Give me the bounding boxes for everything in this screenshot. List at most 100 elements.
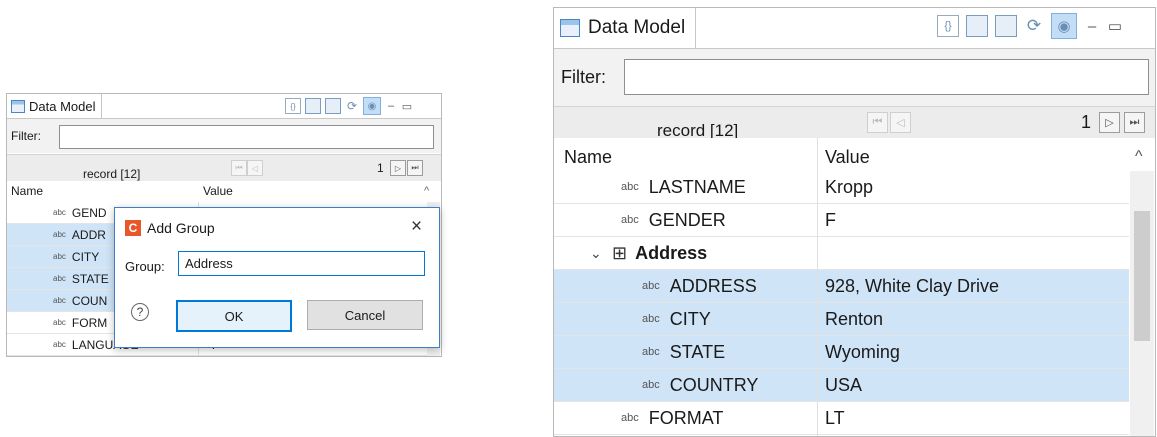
import-icon[interactable] <box>305 98 321 114</box>
column-name-header[interactable]: Name <box>11 184 43 198</box>
abc-type-icon: abc <box>53 252 66 261</box>
maximize-icon[interactable]: ▭ <box>1107 17 1123 35</box>
last-record-button[interactable]: ⏭ <box>407 160 423 176</box>
column-name-header[interactable]: Name <box>564 147 612 168</box>
minimize-icon[interactable]: ‒ <box>1084 18 1100 35</box>
add-group-dialog: C Add Group × Group: Address ? OK Cancel <box>114 207 440 348</box>
export-icon[interactable] <box>995 15 1017 37</box>
data-model-panel-large: Data Model {} ⟳ ◉ ‒ ▭ Filter: record [12… <box>553 7 1156 437</box>
name-cell: abc CITY <box>554 303 817 335</box>
tab-data-model[interactable]: Data Model <box>7 94 103 118</box>
expand-icon[interactable]: ⌄ <box>590 245 608 262</box>
close-icon[interactable]: × <box>411 216 422 238</box>
data-model-icon <box>11 99 25 113</box>
minimize-icon[interactable]: ‒ <box>385 100 397 112</box>
abc-type-icon: abc <box>621 412 639 424</box>
abc-type-icon: abc <box>621 214 639 226</box>
abc-type-icon: abc <box>642 346 660 358</box>
abc-type-icon: abc <box>53 296 66 305</box>
table-row[interactable]: abc COUNTRY USA <box>554 369 1129 402</box>
table-row[interactable]: abc FORMAT LT <box>554 402 1129 435</box>
cancel-button[interactable]: Cancel <box>307 300 423 330</box>
name-cell: abc STATE <box>554 336 817 368</box>
group-icon: ⊞ <box>612 242 628 263</box>
row-name: STATE <box>669 341 726 362</box>
column-header: Name Value ^ <box>7 181 441 201</box>
row-name: LASTNAME <box>648 176 746 197</box>
filter-label: Filter: <box>11 129 41 143</box>
json-icon[interactable]: {} <box>285 98 301 114</box>
tab-title: Data Model <box>29 98 96 114</box>
sort-icon[interactable]: ^ <box>424 185 429 197</box>
last-record-button[interactable]: ⏭ <box>1124 112 1145 133</box>
filter-label: Filter: <box>561 67 606 87</box>
help-icon[interactable]: ? <box>131 303 149 321</box>
toolbar: {} ⟳ ◉ ‒ ▭ <box>285 94 413 118</box>
column-divider <box>817 138 818 436</box>
eye-icon[interactable]: ◉ <box>363 97 381 115</box>
column-value-header[interactable]: Value <box>825 147 870 168</box>
dialog-logo-icon: C <box>125 220 141 236</box>
export-icon[interactable] <box>325 98 341 114</box>
table-row[interactable]: abc LASTNAME Kropp <box>554 171 1129 204</box>
ok-button[interactable]: OK <box>176 300 292 332</box>
column-value-header[interactable]: Value <box>203 184 233 198</box>
next-record-button[interactable]: ▷ <box>390 160 406 176</box>
table-row[interactable]: abc CITY Renton <box>554 303 1129 336</box>
filter-row-large: Filter: <box>554 49 1155 106</box>
abc-type-icon: abc <box>642 379 660 391</box>
prev-record-button[interactable]: ◁ <box>890 112 911 133</box>
scrollbar-large[interactable] <box>1130 171 1154 436</box>
row-name: COUNTRY <box>669 374 759 395</box>
import-icon[interactable] <box>966 15 988 37</box>
first-record-button[interactable]: ⏮ <box>231 160 247 176</box>
json-icon[interactable]: {} <box>937 15 959 37</box>
abc-type-icon: abc <box>53 340 66 349</box>
data-model-icon <box>560 19 580 37</box>
abc-type-icon: abc <box>53 230 66 239</box>
table-row[interactable]: abc ADDRESS 928, White Clay Drive <box>554 270 1129 303</box>
panel-tab-bar: Data Model {} ⟳ ◉ ‒ ▭ <box>7 94 441 119</box>
filter-input[interactable] <box>59 125 434 149</box>
name-cell: ⌄ ⊞ Address <box>554 237 817 269</box>
table-row[interactable]: abc GENDER F <box>554 204 1129 237</box>
name-cell: abc ADDRESS <box>554 270 817 302</box>
row-value: 928, White Clay Drive <box>825 275 1000 296</box>
row-value: USA <box>825 374 863 395</box>
panel-tab-bar-large: Data Model {} ⟳ ◉ ‒ ▭ <box>554 8 1155 49</box>
row-name: GENDER <box>648 209 726 230</box>
row-value: Wyoming <box>825 341 900 362</box>
prev-record-button[interactable]: ◁ <box>247 160 263 176</box>
name-cell: abc FORMAT <box>554 402 817 434</box>
maximize-icon[interactable]: ▭ <box>401 100 413 113</box>
name-cell: abc GENDER <box>554 204 817 236</box>
group-input[interactable]: Address <box>178 251 425 276</box>
sync-icon[interactable]: ⟳ <box>1024 16 1044 36</box>
group-name: Address <box>635 242 708 263</box>
filter-input[interactable] <box>624 59 1149 95</box>
first-record-button[interactable]: ⏮ <box>867 112 888 133</box>
large-record-list: abc LASTNAME Kropp abc GENDER F ⌄ ⊞ Address abc AD… <box>554 171 1129 436</box>
record-label: record [12] <box>657 121 739 139</box>
sync-icon[interactable]: ⟳ <box>345 99 359 113</box>
row-name: CITY <box>669 308 711 329</box>
row-value: Renton <box>825 308 884 329</box>
group-label: Group: <box>125 259 165 274</box>
tab-title-large: Data Model <box>588 17 686 38</box>
row-value: LT <box>825 407 845 428</box>
page-number: 1 <box>377 161 384 175</box>
group-row[interactable]: ⌄ ⊞ Address <box>554 237 1129 270</box>
scrollbar-thumb[interactable] <box>1134 211 1150 341</box>
abc-type-icon: abc <box>621 181 639 193</box>
tab-data-model-large[interactable]: Data Model <box>554 8 697 48</box>
column-header-large: Name Value ^ <box>554 138 1155 171</box>
table-row[interactable]: abc STATE Wyoming <box>554 336 1129 369</box>
abc-type-icon: abc <box>53 318 66 327</box>
sort-icon[interactable]: ^ <box>1135 148 1143 166</box>
abc-type-icon: abc <box>642 313 660 325</box>
row-value: Kropp <box>825 176 874 197</box>
record-bar-large: record [12] ⏮ ◁ 1 ▷ ⏭ <box>554 106 1155 139</box>
record-bar: record [12] ⏮ ◁ 1 ▷ ⏭ <box>7 154 441 182</box>
next-record-button[interactable]: ▷ <box>1099 112 1120 133</box>
eye-icon[interactable]: ◉ <box>1051 13 1077 39</box>
